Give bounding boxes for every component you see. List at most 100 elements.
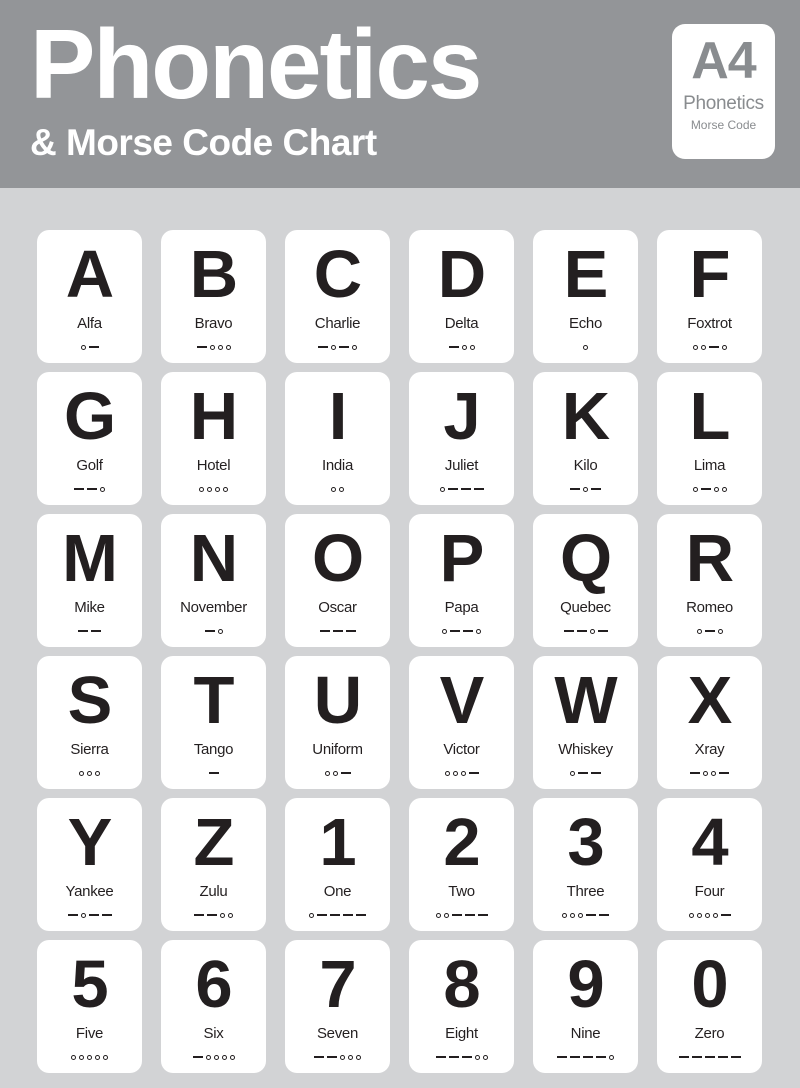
morse-dash-icon (208, 771, 219, 775)
morse-dash-icon (570, 487, 580, 491)
card-character: C (313, 237, 362, 312)
morse-dot-icon (80, 344, 86, 350)
morse-dash-icon (194, 913, 204, 917)
card-character: A (65, 237, 114, 312)
morse-dash-icon (204, 629, 215, 633)
card-phonetic-word: Kilo (573, 457, 598, 474)
morse-dash-icon (318, 345, 328, 349)
morse-dot-icon (704, 912, 710, 918)
card-morse-code (688, 906, 731, 924)
morse-dot-icon (583, 344, 588, 350)
morse-dash-icon (435, 1055, 446, 1059)
phonetic-card: D Delta (409, 230, 514, 363)
morse-dash-icon (597, 629, 608, 633)
card-morse-code (557, 1048, 614, 1066)
phonetic-card: A Alfa (37, 230, 142, 363)
morse-dot-icon (476, 628, 481, 634)
card-morse-code (79, 764, 100, 782)
card-phonetic-word: Three (566, 883, 605, 900)
morse-dash-icon (464, 913, 475, 917)
card-morse-code (562, 906, 609, 924)
card-character: E (563, 237, 609, 312)
morse-dash-icon (207, 913, 217, 917)
morse-dash-icon (599, 913, 609, 917)
morse-dot-icon (439, 486, 445, 492)
morse-dot-icon (711, 770, 716, 776)
card-character: 1 (319, 805, 356, 880)
morse-dot-icon (721, 486, 727, 492)
card-character: B (189, 237, 238, 312)
card-character: P (439, 521, 485, 596)
morse-dash-icon (451, 913, 462, 917)
card-character: Z (193, 805, 235, 880)
morse-dot-icon (221, 1054, 227, 1060)
card-character: 2 (443, 805, 480, 880)
card-phonetic-word: One (323, 883, 352, 900)
card-character: U (313, 663, 362, 738)
card-character: V (439, 663, 485, 738)
morse-dash-icon (473, 487, 484, 491)
phonetic-card: V Victor (409, 656, 514, 789)
morse-dash-icon (717, 1055, 728, 1059)
morse-dash-icon (343, 913, 353, 917)
phonetic-card: 2 Two (409, 798, 514, 931)
card-character: 4 (691, 805, 728, 880)
morse-dot-icon (225, 344, 231, 350)
morse-dash-icon (468, 771, 479, 775)
morse-dot-icon (79, 1054, 84, 1060)
morse-dot-icon (721, 344, 727, 350)
a4-badge-label: Phonetics (683, 93, 764, 114)
card-phonetic-word: India (321, 457, 354, 474)
morse-dot-icon (435, 912, 441, 918)
card-phonetic-word: Seven (316, 1025, 359, 1042)
morse-dash-icon (730, 1055, 741, 1059)
card-phonetic-word: Golf (76, 457, 103, 474)
morse-dot-icon (692, 486, 698, 492)
morse-dot-icon (460, 770, 466, 776)
card-phonetic-word: Romeo (686, 599, 733, 616)
card-morse-code (570, 764, 601, 782)
morse-dash-icon (67, 913, 78, 917)
card-phonetic-word: Sierra (70, 741, 109, 758)
card-morse-code (324, 764, 351, 782)
card-character: 8 (443, 947, 480, 1022)
card-phonetic-word: Bravo (194, 315, 233, 332)
phonetic-card: J Juliet (409, 372, 514, 505)
card-morse-code (309, 906, 366, 924)
phonetic-card: 8 Eight (409, 940, 514, 1073)
morse-dot-icon (442, 628, 447, 634)
morse-dash-icon (317, 913, 327, 917)
card-phonetic-word: Eight (445, 1025, 478, 1042)
morse-dot-icon (87, 1054, 92, 1060)
morse-dot-icon (217, 628, 223, 634)
morse-dash-icon (448, 345, 459, 349)
morse-dash-icon (700, 487, 711, 491)
morse-dot-icon (700, 344, 706, 350)
morse-dot-icon (79, 770, 84, 776)
card-phonetic-word: Papa (444, 599, 479, 616)
morse-dash-icon (591, 771, 601, 775)
morse-dot-icon (87, 770, 92, 776)
card-morse-code (74, 480, 105, 498)
morse-dot-icon (331, 486, 336, 492)
morse-dot-icon (443, 912, 449, 918)
morse-dash-icon (557, 1055, 567, 1059)
morse-dash-icon (101, 913, 112, 917)
card-phonetic-word: Five (75, 1025, 104, 1042)
phonetic-card: 4 Four (657, 798, 762, 931)
card-phonetic-word: Two (448, 883, 475, 900)
phonetic-card: S Sierra (37, 656, 142, 789)
morse-dash-icon (583, 1055, 593, 1059)
card-morse-code (204, 622, 223, 640)
morse-dot-icon (95, 770, 100, 776)
page-subtitle: & Morse Code Chart (30, 122, 377, 163)
morse-dot-icon (71, 1054, 76, 1060)
card-phonetic-word: Quebec (560, 599, 611, 616)
morse-dot-icon (356, 1054, 361, 1060)
card-morse-code (444, 764, 479, 782)
morse-dash-icon (88, 913, 99, 917)
a4-badge-sublabel: Morse Code (690, 118, 757, 132)
morse-dash-icon (704, 629, 715, 633)
morse-dash-icon (196, 345, 207, 349)
card-phonetic-word: Tango (193, 741, 234, 758)
